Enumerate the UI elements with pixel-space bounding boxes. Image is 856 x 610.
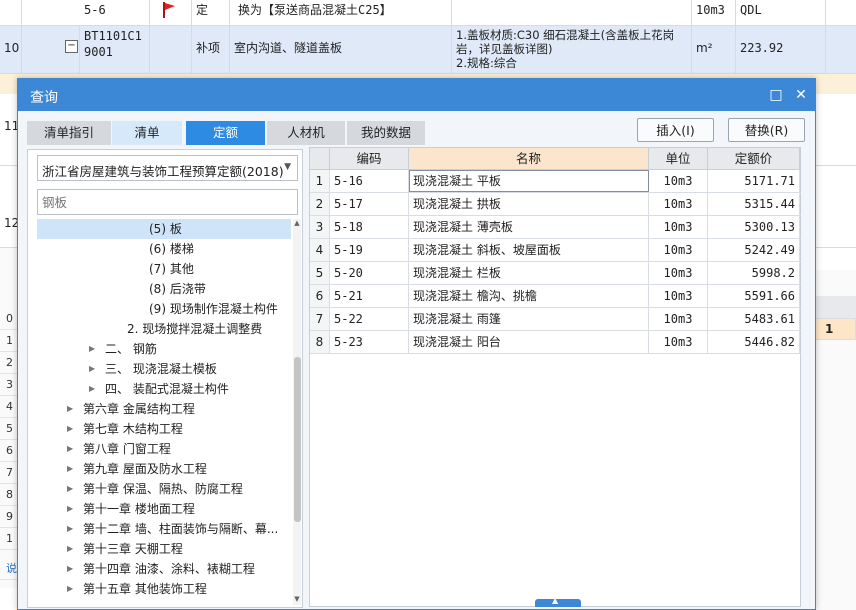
row-number (0, 0, 22, 25)
expand-arrow-icon[interactable]: ▶ (67, 539, 73, 559)
table-row[interactable]: 1 5-16 现浇混凝土 平板 10m3 5171.71 (310, 170, 801, 193)
panel-collapse-handle[interactable]: ▲ (535, 596, 581, 607)
tree-node[interactable]: 2. 现场搅拌混凝土调整费 (37, 319, 291, 339)
row-number: 10 (0, 26, 22, 73)
tree-node[interactable]: (6) 楼梯 (37, 239, 291, 259)
expand-arrow-icon[interactable]: ▶ (89, 379, 95, 399)
collapse-icon[interactable]: − (65, 40, 78, 53)
tree-node[interactable]: ▶ 第六章 金属结构工程 (37, 399, 291, 419)
tab-quota[interactable]: 定额 (186, 121, 265, 145)
tree-node[interactable]: (8) 后浇带 (37, 279, 291, 299)
item-type: 补项 (192, 26, 230, 73)
quota-tree: (5) 板 (6) 楼梯 (7) 其他 (8) 后浇带 (9) 现场制作混凝土构… (37, 219, 291, 605)
sheet-row[interactable]: 10 − BT1101C19001 补项 室内沟道、隧道盖板 1.盖板材质:C3… (0, 26, 856, 74)
expand-arrow-icon[interactable]: ▶ (67, 399, 73, 419)
tree-node[interactable]: ▶ 第十一章 楼地面工程 (37, 499, 291, 519)
item-qty: 223.92 (736, 26, 826, 73)
item-unit: 10m3 (692, 0, 736, 25)
expand-arrow-icon[interactable]: ▶ (89, 339, 95, 359)
chevron-down-icon: ▼ (284, 162, 291, 172)
quota-library-select[interactable]: 浙江省房屋建筑与装饰工程预算定额(2018) ▼ (37, 155, 298, 181)
query-dialog: 查询 □ ✕ 清单指引 清单 定额 人材机 我的数据 插入(I) 替换(R) 浙… (17, 78, 816, 610)
red-flag-icon (163, 2, 175, 18)
item-code: BT1101C19001 (80, 26, 150, 73)
item-type: 定 (192, 0, 230, 25)
tree-node[interactable]: ▶ 第十四章 油漆、涂料、裱糊工程 (37, 559, 291, 579)
collapse-up-icon: ▲ (552, 596, 559, 605)
item-name: 室内沟道、隧道盖板 (230, 26, 452, 73)
dialog-title-bar[interactable]: 查询 □ ✕ (18, 79, 815, 111)
close-icon[interactable]: ✕ (791, 85, 811, 105)
tab-my-data[interactable]: 我的数据 (347, 121, 425, 145)
search-input[interactable] (37, 189, 298, 215)
tree-node[interactable]: ▶ 第十五章 其他装饰工程 (37, 579, 291, 599)
item-qty: QDL (736, 0, 826, 25)
table-row[interactable]: 2 5-17 现浇混凝土 拱板 10m3 5315.44 (310, 193, 801, 216)
table-row[interactable]: 7 5-22 现浇混凝土 雨篷 10m3 5483.61 (310, 308, 801, 331)
tree-node[interactable]: ▶ 第十二章 墙、柱面装饰与隔断、幕... (37, 519, 291, 539)
item-unit: m² (692, 26, 736, 73)
table-row[interactable]: 6 5-21 现浇混凝土 檐沟、挑檐 10m3 5591.66 (310, 285, 801, 308)
expand-arrow-icon[interactable]: ▶ (67, 439, 73, 459)
dialog-title: 查询 (30, 90, 58, 106)
right-cell-number: 1 (825, 322, 834, 336)
expand-arrow-icon[interactable]: ▶ (67, 559, 73, 579)
expand-arrow-icon[interactable]: ▶ (89, 359, 95, 379)
tree-node[interactable]: ▶ 第十三章 天棚工程 (37, 539, 291, 559)
tree-node[interactable]: ▶ 第八章 门窗工程 (37, 439, 291, 459)
expand-arrow-icon[interactable]: ▶ (67, 419, 73, 439)
tree-node[interactable]: ▶ 三、 现浇混凝土模板 (37, 359, 291, 379)
column-header-price[interactable]: 定额价 (708, 148, 800, 170)
sheet-row[interactable]: 5-6 定 换为【泵送商品混凝土C25】 10m3 QDL (0, 0, 856, 26)
expand-arrow-icon[interactable]: ▶ (67, 519, 73, 539)
maximize-icon[interactable]: □ (766, 85, 786, 105)
tab-list[interactable]: 清单 (112, 121, 182, 145)
scroll-down-icon[interactable]: ▼ (293, 595, 301, 603)
scrollbar-thumb[interactable] (294, 357, 301, 522)
tree-node[interactable]: ▶ 第九章 屋面及防水工程 (37, 459, 291, 479)
tree-scrollbar[interactable]: ▲ ▼ (293, 219, 301, 605)
table-row[interactable]: 8 5-23 现浇混凝土 阳台 10m3 5446.82 (310, 331, 801, 354)
tree-node[interactable]: ▶ 第七章 木结构工程 (37, 419, 291, 439)
quota-library-value: 浙江省房屋建筑与装饰工程预算定额(2018) (42, 164, 284, 179)
flag-cell (150, 0, 192, 25)
insert-button[interactable]: 插入(I) (637, 118, 714, 142)
table-row[interactable]: 5 5-20 现浇混凝土 栏板 10m3 5998.2 (310, 262, 801, 285)
item-name: 换为【泵送商品混凝土C25】 (230, 0, 452, 25)
item-code: 5-6 (80, 0, 150, 25)
scroll-up-icon[interactable]: ▲ (293, 219, 301, 227)
tree-node[interactable]: ▶ 四、 装配式混凝土构件 (37, 379, 291, 399)
expand-arrow-icon[interactable]: ▶ (67, 579, 73, 599)
column-header-code[interactable]: 编码 (330, 148, 409, 170)
expand-arrow-icon[interactable]: ▶ (67, 459, 73, 479)
tab-list-guide[interactable]: 清单指引 (27, 121, 111, 145)
tree-node[interactable]: ▶ 第十章 保温、隔热、防腐工程 (37, 479, 291, 499)
tree-node[interactable]: (9) 现场制作混凝土构件 (37, 299, 291, 319)
item-feature: 1.盖板材质:C30 细石混凝土(含盖板上花岗岩，详见盖板详图) 2.规格:综合 (452, 26, 692, 73)
tab-labor-material-machine[interactable]: 人材机 (267, 121, 345, 145)
grid-corner (310, 148, 330, 170)
quota-grid: 编码 名称 单位 定额价 1 5-16 现浇混凝土 平板 10m3 5171.7… (309, 147, 801, 607)
tree-node[interactable]: (7) 其他 (37, 259, 291, 279)
table-row[interactable]: 3 5-18 现浇混凝土 薄壳板 10m3 5300.13 (310, 216, 801, 239)
replace-button[interactable]: 替换(R) (728, 118, 805, 142)
quota-tree-panel: 浙江省房屋建筑与装饰工程预算定额(2018) ▼ (5) 板 (6) 楼梯 (7… (27, 149, 303, 608)
right-sheet-fragment: 1 (814, 270, 856, 610)
expand-arrow-icon[interactable]: ▶ (67, 479, 73, 499)
expand-arrow-icon[interactable]: ▶ (67, 499, 73, 519)
table-row[interactable]: 4 5-19 现浇混凝土 斜板、坡屋面板 10m3 5242.49 (310, 239, 801, 262)
column-header-name[interactable]: 名称 (409, 148, 649, 170)
tree-node[interactable]: (5) 板 (37, 219, 291, 239)
tree-node[interactable]: ▶ 二、 钢筋 (37, 339, 291, 359)
column-header-unit[interactable]: 单位 (649, 148, 708, 170)
